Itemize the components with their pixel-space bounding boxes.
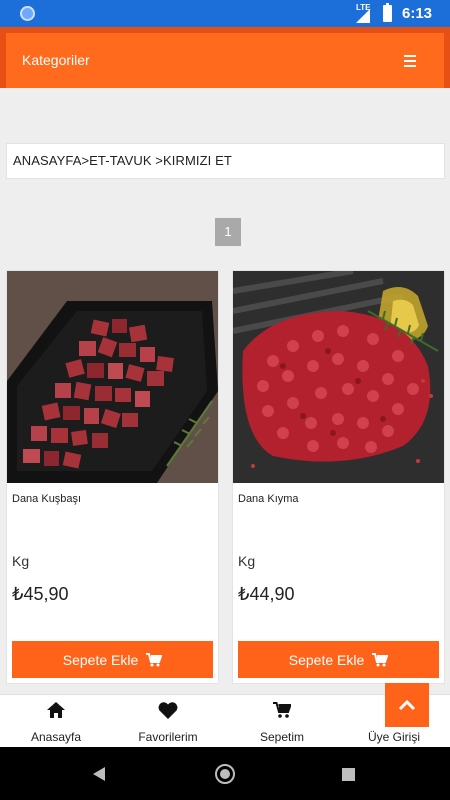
- back-icon[interactable]: [93, 767, 105, 781]
- breadcrumb[interactable]: ANASAYFA>ET-TAVUK >KIRMIZI ET: [6, 143, 445, 179]
- nav-item-cart[interactable]: Sepetim: [226, 695, 338, 748]
- add-to-cart-button[interactable]: Sepete Ekle: [238, 641, 439, 678]
- status-bar: LTE 6:13: [0, 0, 450, 27]
- battery-icon: [383, 3, 392, 22]
- product-image[interactable]: [233, 271, 444, 483]
- nav-item-favorites[interactable]: Favorilerim: [112, 695, 224, 748]
- nav-label: Üye Girişi: [367, 730, 420, 744]
- header-title[interactable]: Kategoriler: [22, 52, 90, 68]
- cart-icon: [146, 652, 163, 666]
- clock: 6:13: [402, 5, 433, 22]
- add-to-cart-label: Sepete Ekle: [62, 651, 139, 668]
- product-name[interactable]: Dana Kıyma: [238, 493, 299, 505]
- recent-apps-icon[interactable]: [342, 768, 355, 781]
- home-icon: [0, 702, 112, 720]
- add-to-cart-label: Sepete Ekle: [288, 651, 365, 668]
- hamburger-menu-icon[interactable]: [394, 47, 426, 75]
- bottom-navigation: Anasayfa Favorilerim Sepetim Üye Girişi: [0, 694, 450, 747]
- nav-item-home[interactable]: Anasayfa: [0, 695, 112, 748]
- product-unit: Kg: [12, 553, 30, 569]
- product-unit: Kg: [238, 553, 256, 569]
- product-card[interactable]: Dana Kuşbaşı Kg ₺45,90 Sepete Ekle: [6, 270, 219, 684]
- heart-icon: [112, 702, 224, 720]
- product-card[interactable]: Dana Kıyma Kg ₺44,90 Sepete Ekle: [232, 270, 445, 684]
- notification-icon: [20, 6, 35, 21]
- product-name[interactable]: Dana Kuşbaşı: [12, 493, 81, 505]
- network-type: LTE: [356, 3, 371, 12]
- cart-icon: [372, 652, 389, 666]
- cart-icon: [226, 702, 338, 720]
- page-number-button[interactable]: 1: [215, 218, 241, 246]
- product-price: ₺44,90: [238, 584, 295, 604]
- system-navigation-bar: [0, 747, 450, 800]
- product-price: ₺45,90: [12, 584, 69, 604]
- header-bar: Kategoriler: [6, 33, 444, 88]
- nav-label: Sepetim: [259, 730, 305, 744]
- home-circle-icon[interactable]: [215, 764, 235, 784]
- chevron-up-icon: [398, 699, 416, 711]
- nav-label: Favorilerim: [138, 730, 198, 744]
- product-image[interactable]: [7, 271, 218, 483]
- add-to-cart-button[interactable]: Sepete Ekle: [12, 641, 213, 678]
- app-header: Kategoriler: [0, 27, 450, 88]
- main-content[interactable]: ANASAYFA>ET-TAVUK >KIRMIZI ET 1 Dana Kuş…: [0, 88, 450, 694]
- scroll-to-top-button[interactable]: [385, 683, 429, 727]
- nav-label: Anasayfa: [30, 730, 82, 744]
